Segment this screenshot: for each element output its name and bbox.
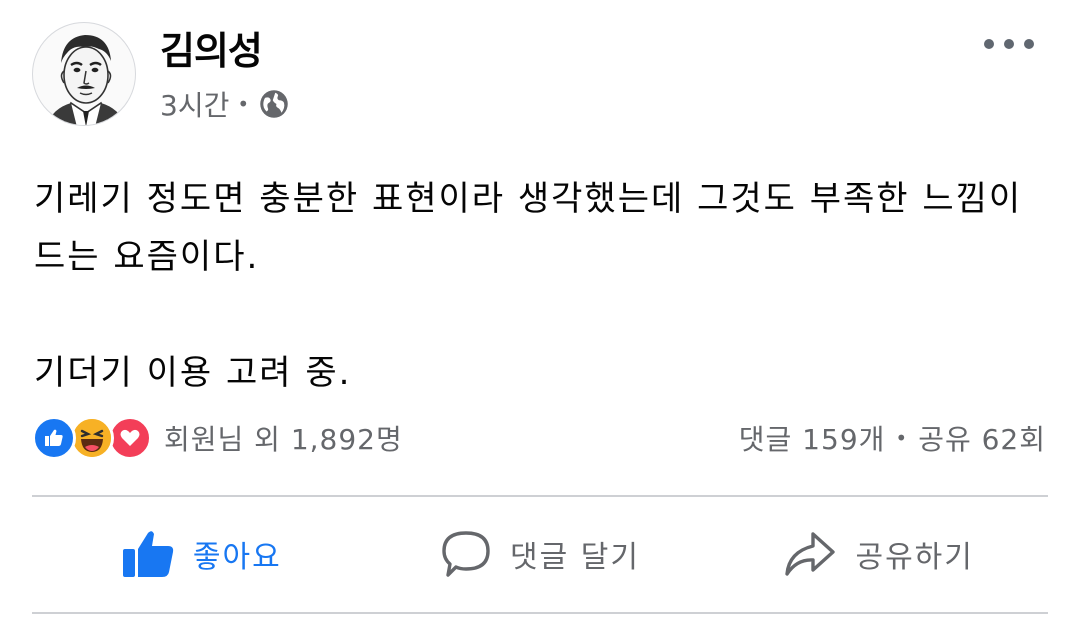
comment-count[interactable]: 댓글 159개: [739, 418, 886, 458]
post-line: 드는 요즘이다.: [34, 237, 260, 277]
author-avatar[interactable]: [32, 22, 136, 126]
share-arrow-icon: [785, 532, 836, 576]
more-options-button[interactable]: [984, 30, 1034, 58]
engagement-stats: 댓글 159개 • 공유 62회: [739, 418, 1046, 458]
author-name[interactable]: 김의성: [160, 20, 263, 75]
action-bar: 좋아요 댓글 달기 공유하기: [32, 498, 1048, 610]
thumbs-up-icon: [122, 531, 174, 577]
love-reaction-icon: [108, 416, 152, 460]
caricature-portrait-image: [47, 35, 125, 125]
share-count[interactable]: 공유 62회: [918, 418, 1046, 458]
divider: [32, 495, 1048, 497]
stats-separator: •: [895, 426, 909, 450]
share-label: 공유하기: [855, 540, 974, 575]
like-button[interactable]: 좋아요: [32, 498, 371, 610]
post-line: 기레기 정도면 충분한 표현이라 생각했는데 그것도 부족한 느낌이: [34, 179, 1023, 219]
post-body: 기레기 정도면 충분한 표현이라 생각했는데 그것도 부족한 느낌이 드는 요즘…: [34, 170, 1054, 402]
haha-reaction-icon: [70, 416, 114, 460]
share-button[interactable]: 공유하기: [709, 498, 1048, 610]
like-label: 좋아요: [192, 540, 282, 575]
post-line: 기더기 이용 고려 중.: [34, 353, 352, 393]
post-time[interactable]: 3시간: [160, 84, 229, 124]
more-dot-icon: [1024, 39, 1034, 49]
comment-bubble-icon: [442, 531, 490, 577]
like-reaction-icon: [32, 416, 76, 460]
reaction-count: 회원님 외 1,892명: [164, 423, 403, 456]
comment-button[interactable]: 댓글 달기: [371, 498, 710, 610]
meta-separator: •: [237, 92, 250, 116]
more-dot-icon: [984, 39, 994, 49]
divider: [32, 612, 1048, 614]
post-meta: 3시간 •: [160, 84, 289, 124]
comment-label: 댓글 달기: [510, 540, 640, 575]
reaction-summary[interactable]: 회원님 외 1,892명: [32, 416, 403, 460]
more-dot-icon: [1004, 39, 1014, 49]
globe-icon[interactable]: [259, 89, 289, 119]
